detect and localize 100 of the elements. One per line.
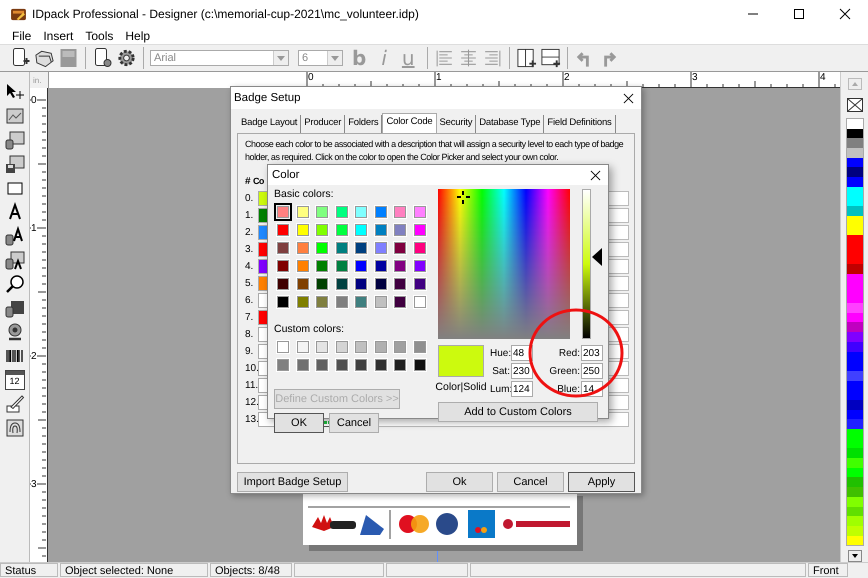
- color-swatch[interactable]: [414, 206, 426, 218]
- color-swatch[interactable]: [336, 359, 348, 371]
- color-swatch[interactable]: [336, 278, 348, 290]
- color-swatch[interactable]: [316, 278, 328, 290]
- database-image-icon[interactable]: [4, 130, 24, 150]
- color-swatch[interactable]: [374, 206, 386, 218]
- number-field[interactable]: 124: [511, 381, 533, 397]
- color-swatch[interactable]: [394, 359, 406, 371]
- color-swatch[interactable]: [846, 235, 862, 245]
- number-field[interactable]: 230: [511, 363, 533, 379]
- color-swatch[interactable]: [394, 296, 406, 308]
- color-swatch[interactable]: [846, 322, 862, 332]
- add-column-icon[interactable]: [516, 47, 537, 69]
- color-swatch[interactable]: [296, 341, 308, 353]
- color-swatch[interactable]: [296, 242, 308, 254]
- fingerprint-icon[interactable]: [4, 418, 24, 438]
- close-button[interactable]: [623, 92, 634, 104]
- color-swatch[interactable]: [846, 419, 862, 429]
- color-swatch[interactable]: [374, 341, 386, 353]
- database-image-text-icon[interactable]: [4, 250, 24, 270]
- tab[interactable]: Color Code: [382, 113, 437, 134]
- close-button[interactable]: [590, 170, 601, 180]
- color-swatch[interactable]: [846, 506, 862, 516]
- color-swatch[interactable]: [846, 536, 862, 546]
- cancel-button[interactable]: Cancel: [329, 413, 379, 433]
- number-field[interactable]: 203: [581, 345, 603, 361]
- color-swatch[interactable]: [846, 468, 862, 478]
- color-swatch[interactable]: [846, 312, 862, 322]
- add-row-icon[interactable]: [540, 47, 561, 69]
- color-swatch[interactable]: [394, 278, 406, 290]
- color-swatch[interactable]: [394, 224, 406, 236]
- new-badge-icon[interactable]: [10, 47, 31, 69]
- color-swatch[interactable]: [846, 516, 862, 526]
- color-swatch[interactable]: [277, 224, 289, 236]
- image-icon[interactable]: [4, 106, 24, 126]
- database-text-icon[interactable]: [4, 226, 24, 246]
- color-swatch[interactable]: [374, 278, 386, 290]
- color-swatch[interactable]: [336, 206, 348, 218]
- no-color-swatch[interactable]: [846, 98, 862, 112]
- color-swatch[interactable]: [846, 448, 862, 458]
- color-swatch[interactable]: [846, 226, 862, 236]
- import-button[interactable]: Import Badge Setup: [237, 472, 348, 492]
- color-swatch[interactable]: [355, 260, 367, 272]
- color-swatch[interactable]: [846, 438, 862, 448]
- color-swatch[interactable]: [316, 206, 328, 218]
- color-swatch[interactable]: [277, 242, 289, 254]
- color-swatch[interactable]: [336, 224, 348, 236]
- color-swatch[interactable]: [355, 224, 367, 236]
- color-swatch[interactable]: [846, 254, 862, 264]
- color-swatch[interactable]: [355, 296, 367, 308]
- color-swatch[interactable]: [846, 458, 862, 468]
- scroll-up-button[interactable]: [848, 78, 862, 90]
- color-swatch[interactable]: [316, 242, 328, 254]
- color-swatch[interactable]: [296, 260, 308, 272]
- color-swatch[interactable]: [277, 206, 289, 218]
- color-swatch[interactable]: [414, 260, 426, 272]
- apply-button[interactable]: Apply: [568, 472, 635, 492]
- color-swatch[interactable]: [414, 296, 426, 308]
- magnifier-icon[interactable]: [4, 274, 24, 294]
- color-swatch[interactable]: [846, 274, 862, 284]
- menu-item[interactable]: Tools: [79, 29, 120, 43]
- database-square-icon[interactable]: [4, 298, 24, 318]
- font-combo[interactable]: Arial: [150, 50, 289, 66]
- color-swatch[interactable]: [316, 359, 328, 371]
- menu-item[interactable]: Help: [119, 29, 156, 43]
- color-swatch[interactable]: [374, 359, 386, 371]
- menu-item[interactable]: Insert: [37, 29, 80, 43]
- color-swatch[interactable]: [316, 260, 328, 272]
- pen-icon[interactable]: [4, 394, 24, 414]
- color-swatch[interactable]: [414, 341, 426, 353]
- color-swatch[interactable]: [277, 278, 289, 290]
- color-swatch[interactable]: [846, 128, 862, 138]
- color-swatch[interactable]: [846, 400, 862, 410]
- color-swatch[interactable]: [277, 296, 289, 308]
- color-swatch[interactable]: [846, 410, 862, 420]
- badge-settings-icon[interactable]: [92, 47, 113, 69]
- color-swatch[interactable]: [846, 370, 862, 381]
- ok-button[interactable]: OK: [274, 413, 324, 433]
- color-swatch[interactable]: [296, 206, 308, 218]
- color-swatch[interactable]: [846, 167, 862, 178]
- color-swatch[interactable]: [336, 260, 348, 272]
- color-swatch[interactable]: [846, 158, 862, 168]
- color-swatch[interactable]: [414, 242, 426, 254]
- color-swatch[interactable]: [394, 260, 406, 272]
- color-swatch[interactable]: [336, 296, 348, 308]
- color-swatch[interactable]: [394, 341, 406, 353]
- color-swatch[interactable]: [374, 242, 386, 254]
- color-swatch[interactable]: [846, 138, 862, 148]
- color-swatch[interactable]: [846, 487, 862, 497]
- color-swatch[interactable]: [846, 303, 862, 313]
- color-swatch[interactable]: [374, 224, 386, 236]
- color-swatch[interactable]: [296, 278, 308, 290]
- color-swatch[interactable]: [846, 390, 862, 400]
- color-swatch[interactable]: [846, 264, 862, 274]
- color-swatch[interactable]: [296, 224, 308, 236]
- add-to-custom-colors-button[interactable]: Add to Custom Colors: [438, 402, 598, 422]
- color-swatch[interactable]: [355, 242, 367, 254]
- cancel-button[interactable]: Cancel: [497, 472, 564, 492]
- color-swatch[interactable]: [316, 296, 328, 308]
- color-swatch[interactable]: [277, 359, 289, 371]
